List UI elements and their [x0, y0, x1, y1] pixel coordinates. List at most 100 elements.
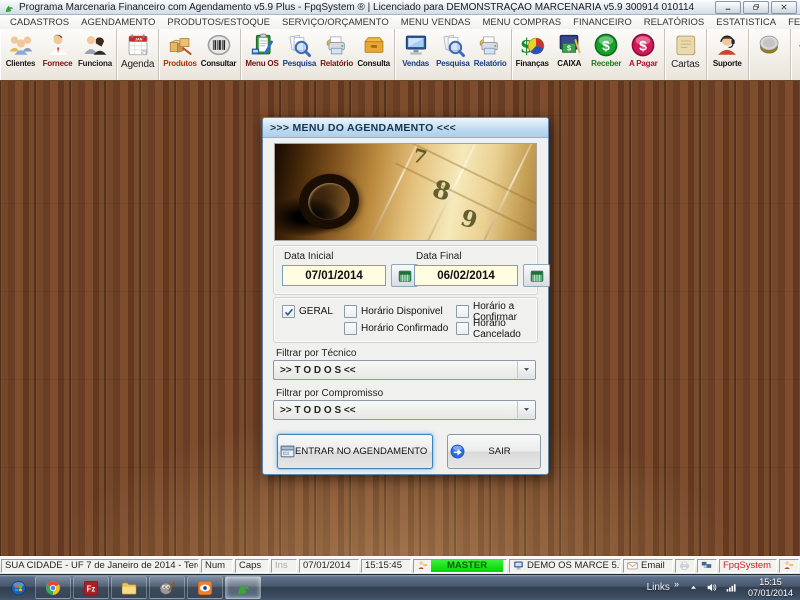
tray-network-signal[interactable]	[725, 581, 738, 594]
end-date-label: Data Final	[416, 251, 550, 262]
start-orb-icon	[10, 579, 27, 596]
unchecked-checkbox-icon[interactable]	[344, 305, 357, 318]
checkbox-hor-rio-confirmado[interactable]: Horário Confirmado	[344, 322, 456, 335]
status-section-master: MASTER	[413, 559, 507, 573]
app-logo-icon	[234, 579, 252, 597]
printer-small-icon	[679, 560, 690, 571]
toolbar-caixa[interactable]: $CAIXA	[551, 30, 588, 79]
links-overflow-chevron[interactable]: »	[674, 579, 679, 589]
toolbar-clientes[interactable]: Clientes	[2, 30, 39, 79]
taskbar-app-gimp[interactable]	[149, 576, 185, 599]
appointment-filter-combobox[interactable]: >> T O D O S <<	[273, 400, 536, 420]
minimize-button[interactable]	[715, 1, 741, 14]
restore-button[interactable]	[743, 1, 769, 14]
app-logo-icon	[3, 1, 15, 13]
taskbar-app-fpqsystem[interactable]	[225, 576, 261, 599]
checkbox-hor-rio-cancelado[interactable]: Horário Cancelado	[456, 318, 533, 340]
taskbar-apps: Fz	[35, 576, 261, 599]
links-toolbar[interactable]: Links	[647, 582, 670, 593]
taskbar: Fz Links » 15:15 07/01/2014	[0, 574, 800, 600]
toolbar-a-pagar[interactable]: $A Pagar	[625, 30, 662, 79]
toolbar-coin-icon[interactable]	[751, 30, 788, 79]
toolbar-vendas[interactable]: Vendas	[397, 30, 434, 79]
arrow-circle-icon	[448, 443, 465, 460]
menu-item-ferramentas[interactable]: FERRAMENTAS	[782, 17, 800, 28]
menu-item-label: CADASTROS	[10, 17, 69, 28]
toolbar-cartas[interactable]: Cartas	[667, 30, 704, 79]
toolbar-menu-os[interactable]: Menu OS	[243, 30, 280, 79]
end-date-picker-button[interactable]	[523, 264, 550, 287]
toolbar-receber[interactable]: $Receber	[588, 30, 625, 79]
toolbar-consultar[interactable]: Consultar	[199, 30, 239, 79]
menu-item-label: MENU VENDAS	[401, 17, 471, 28]
finance-icon: $	[519, 32, 545, 58]
toolbar-finan-as[interactable]: $Finanças	[514, 30, 551, 79]
start-date-field[interactable]: 07/01/2014	[282, 265, 386, 286]
chevron-down-icon[interactable]	[517, 361, 535, 378]
toolbar-group	[749, 29, 791, 80]
toolbar-relat-rio[interactable]: Relatório	[472, 30, 509, 79]
tray-volume[interactable]	[706, 581, 719, 594]
start-button[interactable]	[3, 575, 33, 600]
menu-item-relat-rios[interactable]: RELATÓRIOS	[638, 17, 711, 28]
menu-item-menu-vendas[interactable]: MENU VENDAS	[395, 17, 477, 28]
unchecked-checkbox-icon[interactable]	[344, 322, 357, 335]
status-section-sua-cidade-uf-7-de-janei: SUA CIDADE - UF 7 de Janeiro de 2014 - T…	[1, 559, 199, 573]
workorder-icon	[249, 32, 275, 58]
status-bar: SUA CIDADE - UF 7 de Janeiro de 2014 - T…	[0, 556, 800, 574]
chevron-down-icon[interactable]	[517, 401, 535, 418]
close-icon	[780, 3, 788, 11]
toolbar-funciona[interactable]: Funciona	[76, 30, 114, 79]
end-date-field[interactable]: 06/02/2014	[414, 265, 518, 286]
technician-filter-combobox[interactable]: >> T O D O S <<	[273, 360, 536, 380]
toolbar-produtos[interactable]: Produtos	[161, 30, 199, 79]
checkbox-label: GERAL	[299, 306, 333, 317]
checked-checkbox-icon[interactable]	[282, 305, 295, 318]
menu-item-menu-compras[interactable]: MENU COMPRAS	[476, 17, 567, 28]
svg-text:29: 29	[141, 50, 147, 56]
toolbar-suporte[interactable]: Suporte	[709, 30, 746, 79]
menu-item-produtos-estoque[interactable]: PRODUTOS/ESTOQUE	[161, 17, 276, 28]
toolbar-agenda[interactable]: JAN29Agenda	[119, 30, 156, 79]
checkbox-hor-rio-disponivel[interactable]: Horário Disponivel	[344, 305, 456, 318]
menu-item-agendamento[interactable]: AGENDAMENTO	[75, 17, 161, 28]
menu-item-estatistica[interactable]: ESTATISTICA	[710, 17, 782, 28]
enter-agendamento-button[interactable]: ENTRAR NO AGENDAMENTO	[277, 434, 433, 469]
unchecked-checkbox-icon[interactable]	[456, 305, 469, 318]
dialog-titlebar[interactable]: >>> MENU DO AGENDAMENTO <<<	[263, 118, 548, 138]
clients-icon	[8, 32, 34, 58]
toolbar-fornece[interactable]: Fornece	[39, 30, 76, 79]
toolbar-relat-rio[interactable]: Relatório	[318, 30, 355, 79]
toolbar-label: Cartas	[671, 59, 699, 70]
toolbar-pesquisa[interactable]: Pesquisa	[281, 30, 319, 79]
window-titlebar[interactable]: Programa Marcenaria Financeiro com Agend…	[0, 0, 800, 15]
unchecked-checkbox-icon[interactable]	[456, 322, 469, 335]
signal-icon	[725, 581, 738, 594]
menu-item-servi-o-or-amento[interactable]: SERVIÇO/ORÇAMENTO	[276, 17, 395, 28]
taskbar-clock[interactable]: 15:15 07/01/2014	[744, 577, 797, 599]
toolbar-consulta[interactable]: Consulta	[355, 30, 392, 79]
receive-icon: $	[593, 32, 619, 58]
taskbar-app-file-explorer[interactable]	[111, 576, 147, 599]
cashbook-icon: $	[556, 32, 582, 58]
close-button[interactable]	[771, 1, 797, 14]
toolbar-label: Produtos	[163, 59, 197, 68]
toolbar-label: Agenda	[121, 59, 154, 70]
sair-button[interactable]: SAIR	[447, 434, 541, 469]
taskbar-app-chrome[interactable]	[35, 576, 71, 599]
email-icon	[627, 560, 638, 571]
toolbar-exit-icon[interactable]: EXIT	[793, 30, 800, 79]
menu-item-cadastros[interactable]: CADASTROS	[4, 17, 75, 28]
taskbar-app-image-viewer[interactable]	[187, 576, 223, 599]
search-pages-icon	[440, 32, 466, 58]
tray-tray-expand[interactable]	[687, 581, 700, 594]
toolbar-pesquisa[interactable]: Pesquisa	[434, 30, 472, 79]
toolbar-label: Vendas	[402, 59, 429, 68]
taskbar-app-filezilla[interactable]: Fz	[73, 576, 109, 599]
products-icon	[167, 32, 193, 58]
menu-item-financeiro[interactable]: FINANCEIRO	[567, 17, 638, 28]
checkbox-geral[interactable]: GERAL	[282, 305, 344, 318]
gimp-icon	[158, 579, 176, 597]
photo-number: 9	[458, 204, 481, 234]
window-title: Programa Marcenaria Financeiro com Agend…	[19, 2, 711, 13]
